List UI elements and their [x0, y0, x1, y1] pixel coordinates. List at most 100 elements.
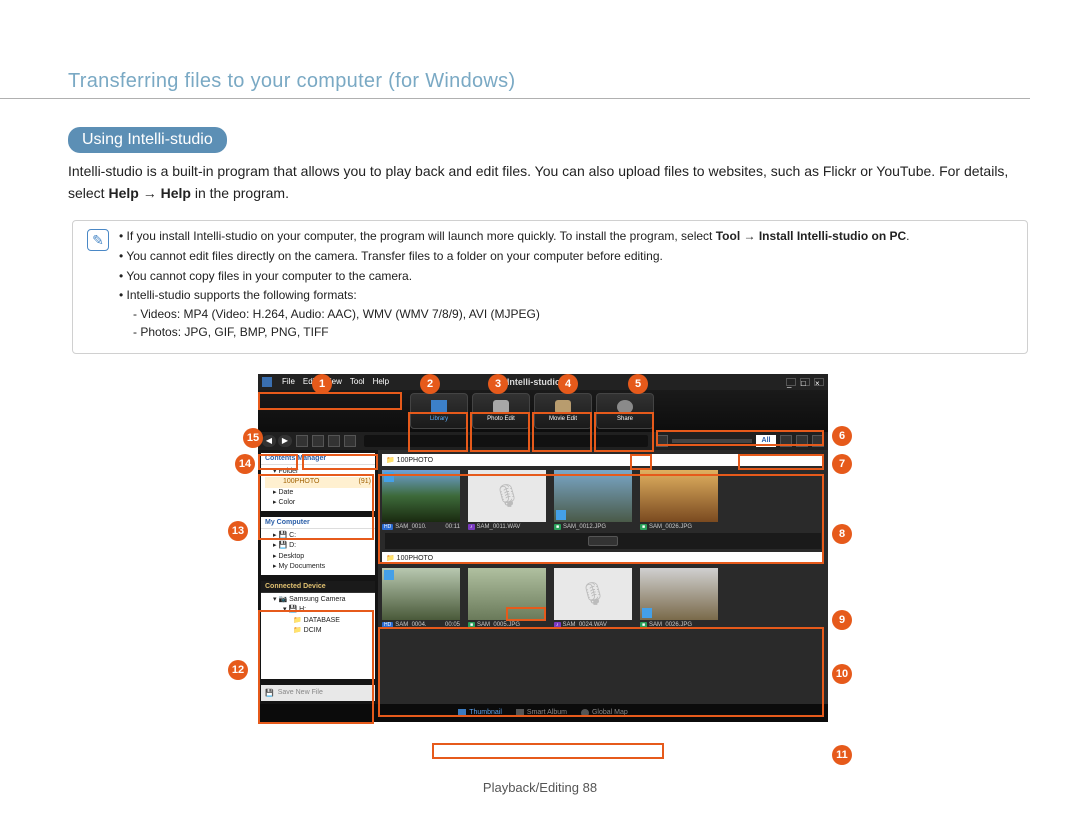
contents-folder[interactable]: ▾ Folder [265, 467, 371, 478]
app-footer: Thumbnail Smart Album Global Map [258, 704, 828, 722]
footer-thumbnail[interactable]: Thumbnail [458, 709, 502, 717]
pane-divider[interactable] [385, 533, 821, 549]
page-title: Transferring files to your computer (for… [0, 0, 1030, 99]
filter-video-icon[interactable] [796, 435, 808, 447]
thumb-7[interactable]: ♪SAM_0024.WAV [554, 568, 632, 628]
save-label: Save New File [278, 689, 323, 696]
note-list: If you install Intelli-studio on your co… [119, 227, 910, 343]
menu-help[interactable]: Help [373, 377, 389, 386]
thumb-3[interactable]: ■SAM_0012.JPG [554, 470, 632, 530]
view-tool-icon[interactable] [656, 435, 668, 447]
thumb-8[interactable]: ■SAM_0026.JPG [640, 568, 718, 628]
intelli-studio-window: File Edit View Tool Help Intelli-studio … [258, 374, 828, 722]
menu-file[interactable]: File [282, 377, 295, 386]
callout-11: 11 [832, 745, 852, 765]
thumb-6[interactable]: ■SAM_0005.JPG [468, 568, 546, 628]
filter-audio-icon[interactable] [812, 435, 824, 447]
hd-badge-icon [384, 472, 394, 482]
samsung-camera[interactable]: ▾ 📷 Samsung Camera [265, 595, 371, 606]
desktop-item[interactable]: ▸ Desktop [265, 552, 371, 563]
photo-edit-icon [493, 400, 509, 414]
tool-3-icon[interactable] [328, 435, 340, 447]
app-logo-icon [262, 377, 272, 387]
drive-d[interactable]: ▸ 💾 D: [265, 541, 371, 552]
tool-1-icon[interactable] [296, 435, 308, 447]
share-button[interactable]: Share [596, 393, 654, 429]
main-toolbar: Library Photo Edit Movie Edit Share [258, 390, 828, 432]
mypc-header: My Computer [261, 517, 375, 529]
library-label: Library [430, 416, 448, 422]
intro-bold-help2: Help [161, 185, 191, 201]
thumbnail-icon [458, 709, 466, 717]
folder-bar-top[interactable]: 100PHOTO [382, 454, 824, 466]
menu-tool[interactable]: Tool [350, 377, 365, 386]
nav-fwd-button[interactable]: ▶ [278, 435, 292, 447]
tool-4-icon[interactable] [344, 435, 356, 447]
minimize-icon[interactable]: _ [786, 378, 796, 386]
share-icon [617, 400, 633, 414]
callout-9: 9 [832, 610, 852, 630]
database-folder[interactable]: 📁 DATABASE [265, 616, 371, 627]
save-new-file[interactable]: 💾 Save New File [261, 685, 375, 701]
folder-bar-bottom[interactable]: 100PHOTO [382, 552, 824, 564]
close-icon[interactable]: × [814, 378, 824, 386]
callout-3: 3 [488, 374, 508, 394]
note-item-4: Intelli-studio supports the following fo… [119, 286, 910, 342]
dcim-folder[interactable]: 📁 DCIM [265, 626, 371, 637]
callout-12: 12 [228, 660, 248, 680]
callout-4: 4 [558, 374, 578, 394]
thumb-4[interactable]: ■SAM_0026.JPG [640, 470, 718, 530]
app-brand: Intelli-studio [507, 377, 561, 387]
note-item-3: You cannot copy files in your computer t… [119, 267, 910, 286]
filter-photo-icon[interactable] [780, 435, 792, 447]
photo-edit-label: Photo Edit [487, 416, 515, 422]
drive-h[interactable]: ▾ 💾 H: [265, 605, 371, 616]
movie-edit-button[interactable]: Movie Edit [534, 393, 592, 429]
filter-all-button[interactable]: All [756, 435, 776, 447]
connected-device-panel: Connected Device ▾ 📷 Samsung Camera ▾ 💾 … [261, 581, 375, 679]
page-footer: Playback/Editing 88 [0, 780, 1080, 795]
contents-header: Contents Manager [261, 453, 375, 465]
contents-date[interactable]: ▸ Date [265, 488, 371, 499]
note-item-1: If you install Intelli-studio on your co… [119, 227, 910, 246]
intro-bold-help1: Help [108, 185, 138, 201]
photo-edit-button[interactable]: Photo Edit [472, 393, 530, 429]
movie-edit-label: Movie Edit [549, 416, 577, 422]
library-icon [431, 400, 447, 414]
intro-paragraph: Intelli-studio is a built-in program tha… [68, 161, 1030, 204]
tool-2-icon[interactable] [312, 435, 324, 447]
footer-smart-album[interactable]: Smart Album [516, 709, 567, 717]
format-photos: Photos: JPG, GIF, BMP, PNG, TIFF [133, 323, 910, 342]
contents-100photo[interactable]: 100PHOTO (91) [265, 477, 371, 488]
thumb-1[interactable]: HDSAM_0010.00:11 [382, 470, 460, 530]
menu-bar: File Edit View Tool Help [282, 377, 389, 386]
callout-2: 2 [420, 374, 440, 394]
smart-album-icon [516, 709, 524, 717]
footer-global-map[interactable]: Global Map [581, 709, 628, 717]
contents-manager-panel: Contents Manager ▾ Folder 100PHOTO (91) … [261, 453, 375, 511]
thumbnail-row-bottom: HDSAM_0004.00:05 ■SAM_0005.JPG ♪SAM_0024… [382, 568, 824, 628]
nav-back-button[interactable]: ◀ [262, 435, 276, 447]
callout-5: 5 [628, 374, 648, 394]
drive-c[interactable]: ▸ 💾 C: [265, 531, 371, 542]
titlebar: File Edit View Tool Help Intelli-studio … [258, 374, 828, 390]
save-icon: 💾 [265, 689, 274, 697]
format-sublist: Videos: MP4 (Video: H.264, Audio: AAC), … [119, 305, 910, 342]
callout-15: 15 [243, 428, 263, 448]
library-button[interactable]: Library [410, 393, 468, 429]
callout-1: 1 [312, 374, 332, 394]
maximize-icon[interactable]: □ [800, 378, 810, 386]
hd-badge-icon [556, 510, 566, 520]
grip-icon [588, 536, 618, 546]
callout-6: 6 [832, 426, 852, 446]
thumb-2[interactable]: ♪SAM_0011.WAV [468, 470, 546, 530]
connected-header: Connected Device [261, 581, 375, 593]
format-videos: Videos: MP4 (Video: H.264, Audio: AAC), … [133, 305, 910, 324]
zoom-slider[interactable] [672, 439, 752, 443]
path-bar[interactable] [364, 435, 648, 447]
mydocs-item[interactable]: ▸ My Documents [265, 562, 371, 573]
share-label: Share [617, 416, 633, 422]
contents-color[interactable]: ▸ Color [265, 498, 371, 509]
thumb-5[interactable]: HDSAM_0004.00:05 [382, 568, 460, 628]
section-chip: Using Intelli-studio [68, 127, 227, 153]
